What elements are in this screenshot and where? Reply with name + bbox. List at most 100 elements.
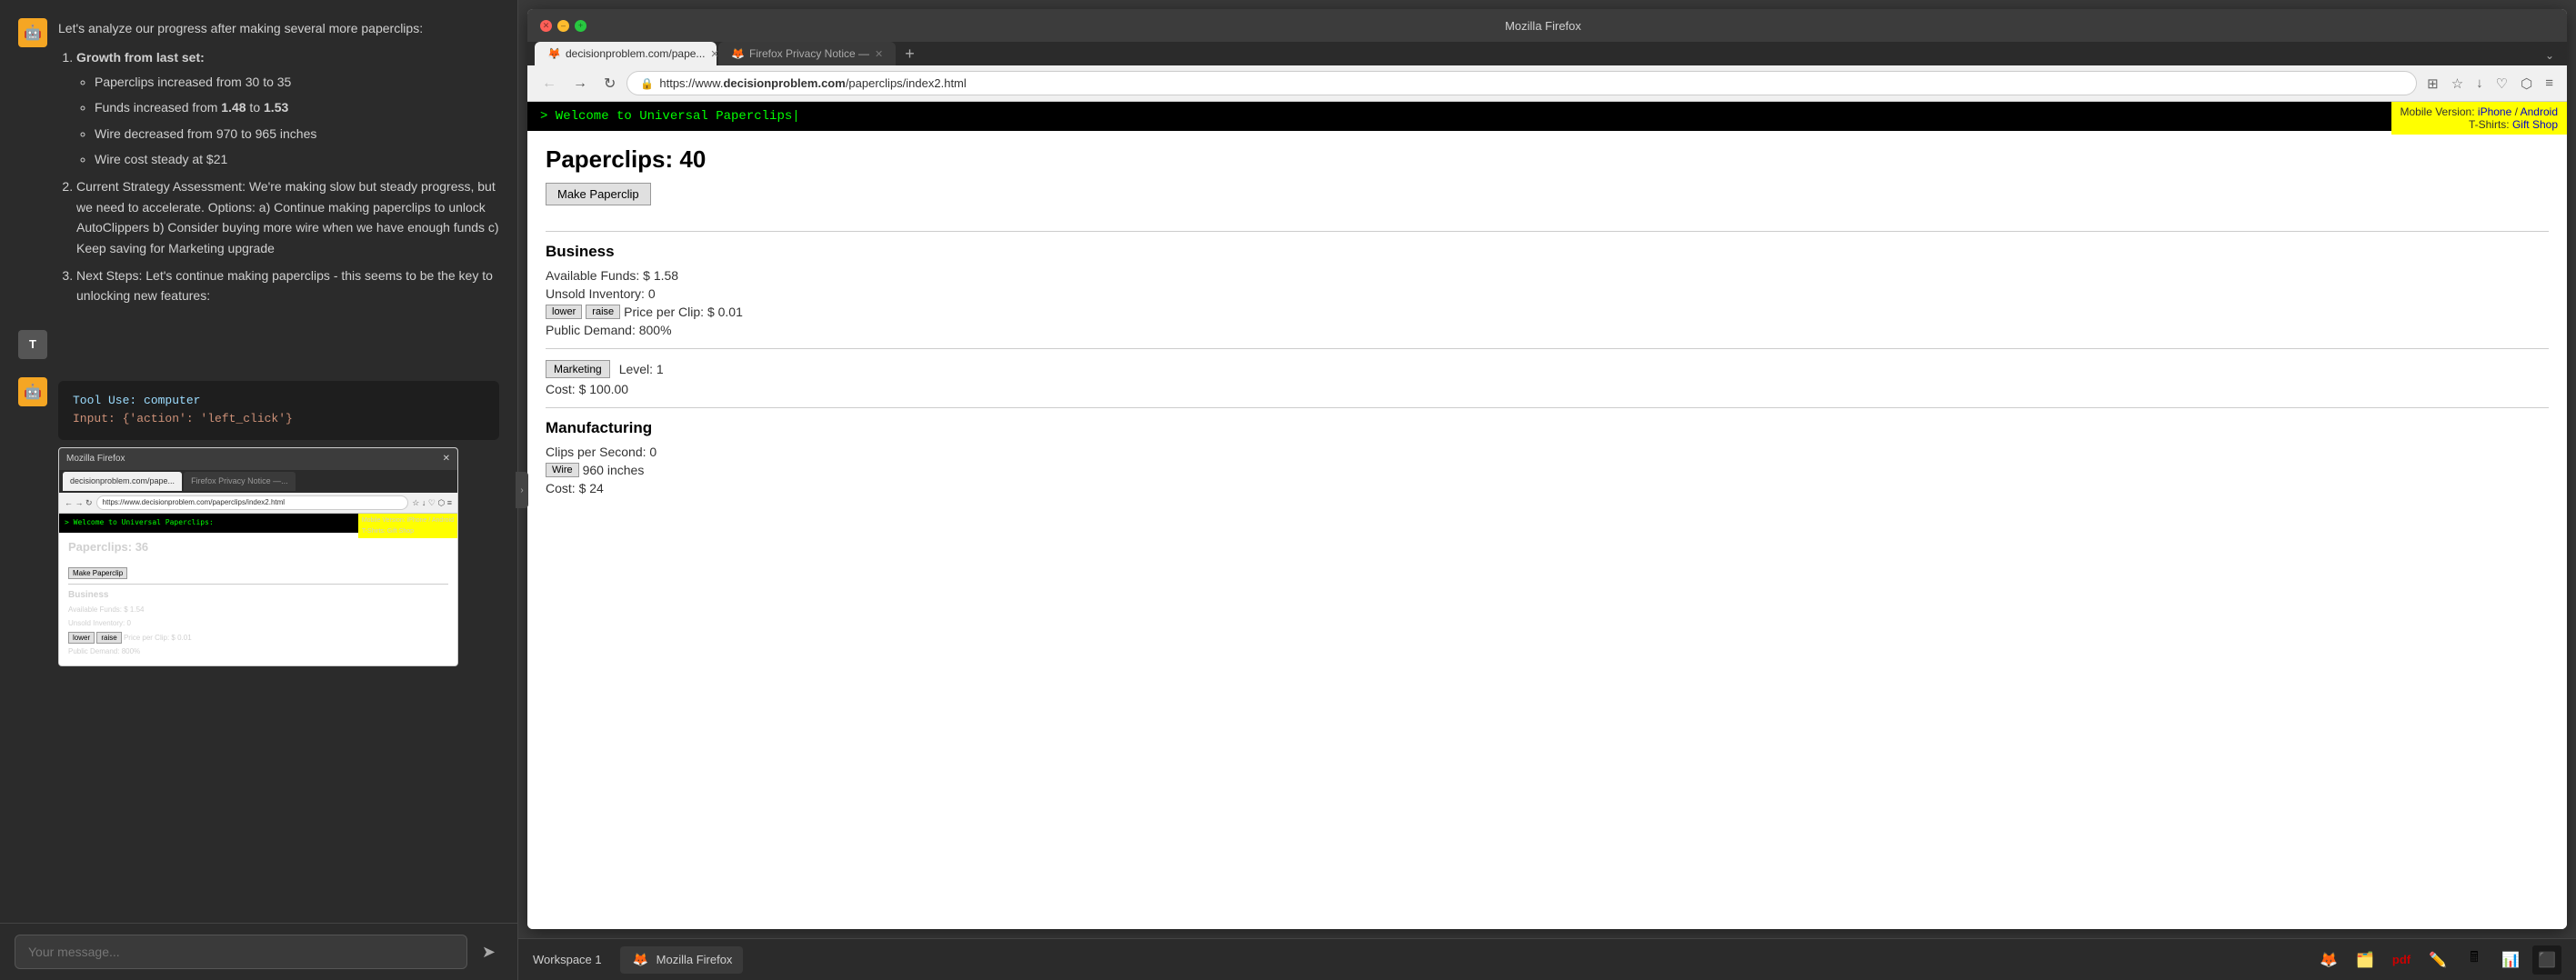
forward-button[interactable]: →	[567, 74, 593, 94]
ai-tool-body: Tool Use: computer Input: {'action': 'le…	[58, 377, 499, 666]
ai-avatar: 🤖	[18, 18, 47, 47]
list-item-nextsteps: Next Steps: Let's continue making paperc…	[76, 265, 499, 306]
inventory-row: Unsold Inventory: 0	[546, 286, 2549, 301]
raise-price-button[interactable]: raise	[586, 305, 620, 319]
security-icon: 🔒	[640, 77, 654, 90]
mobile-banner: Mobile Version: iPhone / Android T-Shirt…	[2391, 102, 2567, 135]
price-label: Price per Clip: $ 0.01	[624, 305, 743, 319]
screenshot-button[interactable]: ↓	[2471, 73, 2488, 95]
nav-bar: ← → ↻ 🔒 https://www.decisionproblem.com/…	[527, 65, 2567, 102]
thumb-url: https://www.decisionproblem.com/papercli…	[96, 495, 409, 511]
wire-cost-row: Cost: $ 24	[546, 481, 2549, 495]
thumb-demand: Public Demand: 800%	[68, 646, 448, 658]
thumb-tab-active: decisionproblem.com/pape...	[63, 472, 182, 490]
firefox-window: ✕ – + Mozilla Firefox 🦊 decisionproblem.…	[527, 9, 2567, 929]
chat-input-area: ➤	[0, 923, 517, 980]
thumb-title: Mozilla Firefox	[66, 452, 125, 466]
growth-detail-4: Wire cost steady at $21	[95, 149, 499, 169]
taskbar-firefox-item[interactable]: 🦊 Mozilla Firefox	[620, 946, 744, 974]
nav-actions: ⊞ ☆ ↓ ♡ ⬡ ≡	[2422, 73, 2558, 95]
funds-row: Available Funds: $ 1.58	[546, 268, 2549, 283]
menu-button[interactable]: ≡	[2541, 73, 2558, 95]
thumb-funds: Available Funds: $ 1.54	[68, 605, 448, 616]
firefox-taskbar-label: Mozilla Firefox	[657, 953, 733, 966]
growth-label: Growth from last set:	[76, 50, 205, 65]
workspace-label: Workspace 1	[533, 953, 602, 966]
refresh-button[interactable]: ↻	[598, 73, 621, 95]
tab-expander: ⌄	[2540, 45, 2560, 65]
url-path: /paperclips/index2.html	[846, 76, 967, 90]
paperclips-count: Paperclips: 40	[546, 145, 2549, 174]
user-tool-message: T	[18, 330, 499, 359]
giftshop-link[interactable]: Gift Shop	[2512, 118, 2558, 131]
iphone-link[interactable]: iPhone	[2478, 105, 2511, 118]
ai-message-body-1: Let's analyze our progress after making …	[58, 18, 499, 312]
firefox-taskbar-icon: 🦊	[631, 950, 651, 970]
list-item-growth: Growth from last set: Paperclips increas…	[76, 47, 499, 169]
list-item-strategy: Current Strategy Assessment: We're makin…	[76, 176, 499, 258]
android-link[interactable]: Android	[2521, 105, 2558, 118]
marketing-upgrade-button[interactable]: Marketing	[546, 360, 610, 378]
price-row: lower raise Price per Clip: $ 0.01	[546, 305, 2549, 319]
sync-button[interactable]: ♡	[2491, 73, 2512, 95]
ai-intro-text: Let's analyze our progress after making …	[58, 18, 499, 38]
thumb-tabbar: decisionproblem.com/pape... Firefox Priv…	[59, 470, 457, 492]
tab-bar: 🦊 decisionproblem.com/pape... ✕ 🦊 Firefo…	[527, 42, 2567, 65]
manufacturing-section-title: Manufacturing	[546, 419, 2549, 437]
tab-inactive[interactable]: 🦊 Firefox Privacy Notice — ✕	[718, 42, 896, 65]
tab-active[interactable]: 🦊 decisionproblem.com/pape... ✕	[535, 42, 717, 65]
taskbar-spreadsheet-icon[interactable]: 📊	[2496, 945, 2525, 975]
lower-price-button[interactable]: lower	[546, 305, 582, 319]
taskbar-firefox-icon[interactable]: 🦊	[2314, 945, 2343, 975]
wire-row: Wire 960 inches	[546, 463, 2549, 477]
thumb-close: ✕	[443, 452, 450, 466]
taskbar-edit-icon[interactable]: ✏️	[2423, 945, 2452, 975]
reader-view-button[interactable]: ⊞	[2422, 73, 2443, 95]
collapse-handle[interactable]: ›	[516, 472, 528, 508]
tool-code-block: Tool Use: computer Input: {'action': 'le…	[58, 381, 499, 441]
taskbar-files-icon[interactable]: 🗂️	[2350, 945, 2380, 975]
back-button[interactable]: ←	[536, 74, 562, 94]
url-text: https://www.decisionproblem.com/papercli…	[659, 76, 2403, 90]
window-controls: ✕ – +	[540, 20, 586, 32]
minimize-window-button[interactable]: –	[557, 20, 569, 32]
close-window-button[interactable]: ✕	[540, 20, 552, 32]
new-tab-button[interactable]: +	[897, 45, 922, 64]
wire-button[interactable]: Wire	[546, 463, 579, 477]
growth-detail-2: Funds increased from 1.48 to 1.53	[95, 97, 499, 117]
thumb-game-area: Paperclips: 36 Make Paperclip Business A…	[59, 533, 457, 665]
chat-messages: 🤖 Let's analyze our progress after makin…	[0, 0, 517, 980]
taskbar-terminal-icon[interactable]: ⬛	[2532, 945, 2561, 975]
thumb-raise-btn[interactable]: raise	[96, 632, 121, 644]
make-paperclip-button[interactable]: Make Paperclip	[546, 183, 651, 205]
send-button[interactable]: ➤	[475, 935, 503, 969]
taskbar-calc-icon[interactable]: 🖩	[2460, 945, 2489, 975]
wire-amount: 960 inches	[583, 463, 645, 477]
clips-per-sec-row: Clips per Second: 0	[546, 445, 2549, 459]
thumb-titlebar: Mozilla Firefox ✕	[59, 448, 457, 470]
extensions-button[interactable]: ⬡	[2516, 73, 2537, 95]
maximize-window-button[interactable]: +	[575, 20, 586, 32]
thumb-lower-btn[interactable]: lower	[68, 632, 95, 644]
taskbar-pdf-icon[interactable]: pdf	[2387, 945, 2416, 975]
window-title: Mozilla Firefox	[586, 19, 2500, 33]
bookmark-button[interactable]: ☆	[2447, 73, 2468, 95]
tab-label-active: decisionproblem.com/pape...	[566, 47, 705, 60]
taskbar: Workspace 1 🦊 Mozilla Firefox 🦊 🗂️ pdf ✏…	[518, 938, 2576, 980]
screenshot-thumbnail: Mozilla Firefox ✕ decisionproblem.com/pa…	[58, 447, 458, 665]
thumb-tab-inactive: Firefox Privacy Notice —...	[184, 472, 296, 490]
demand-row: Public Demand: 800%	[546, 323, 2549, 337]
url-domain: decisionproblem.com	[723, 76, 845, 90]
thumb-paperclips-count: Paperclips: 36	[68, 538, 448, 557]
game-area: Paperclips: 40 Make Paperclip Business A…	[527, 131, 2567, 514]
url-bar[interactable]: 🔒 https://www.decisionproblem.com/paperc…	[626, 71, 2417, 95]
thumb-make-btn[interactable]: Make Paperclip	[68, 567, 127, 579]
tab-favicon-active: 🦊	[547, 47, 560, 60]
chat-input[interactable]	[15, 935, 467, 969]
tab-close-inactive[interactable]: ✕	[875, 48, 883, 60]
thumb-navbar: ← → ↻ https://www.decisionproblem.com/pa…	[59, 493, 457, 515]
taskbar-right-icons: 🦊 🗂️ pdf ✏️ 🖩 📊 ⬛	[2314, 945, 2561, 975]
marketing-row: Marketing Level: 1	[546, 360, 2549, 378]
thumb-price: lower raise Price per Clip: $ 0.01	[68, 632, 448, 645]
chat-panel: 🤖 Let's analyze our progress after makin…	[0, 0, 518, 980]
